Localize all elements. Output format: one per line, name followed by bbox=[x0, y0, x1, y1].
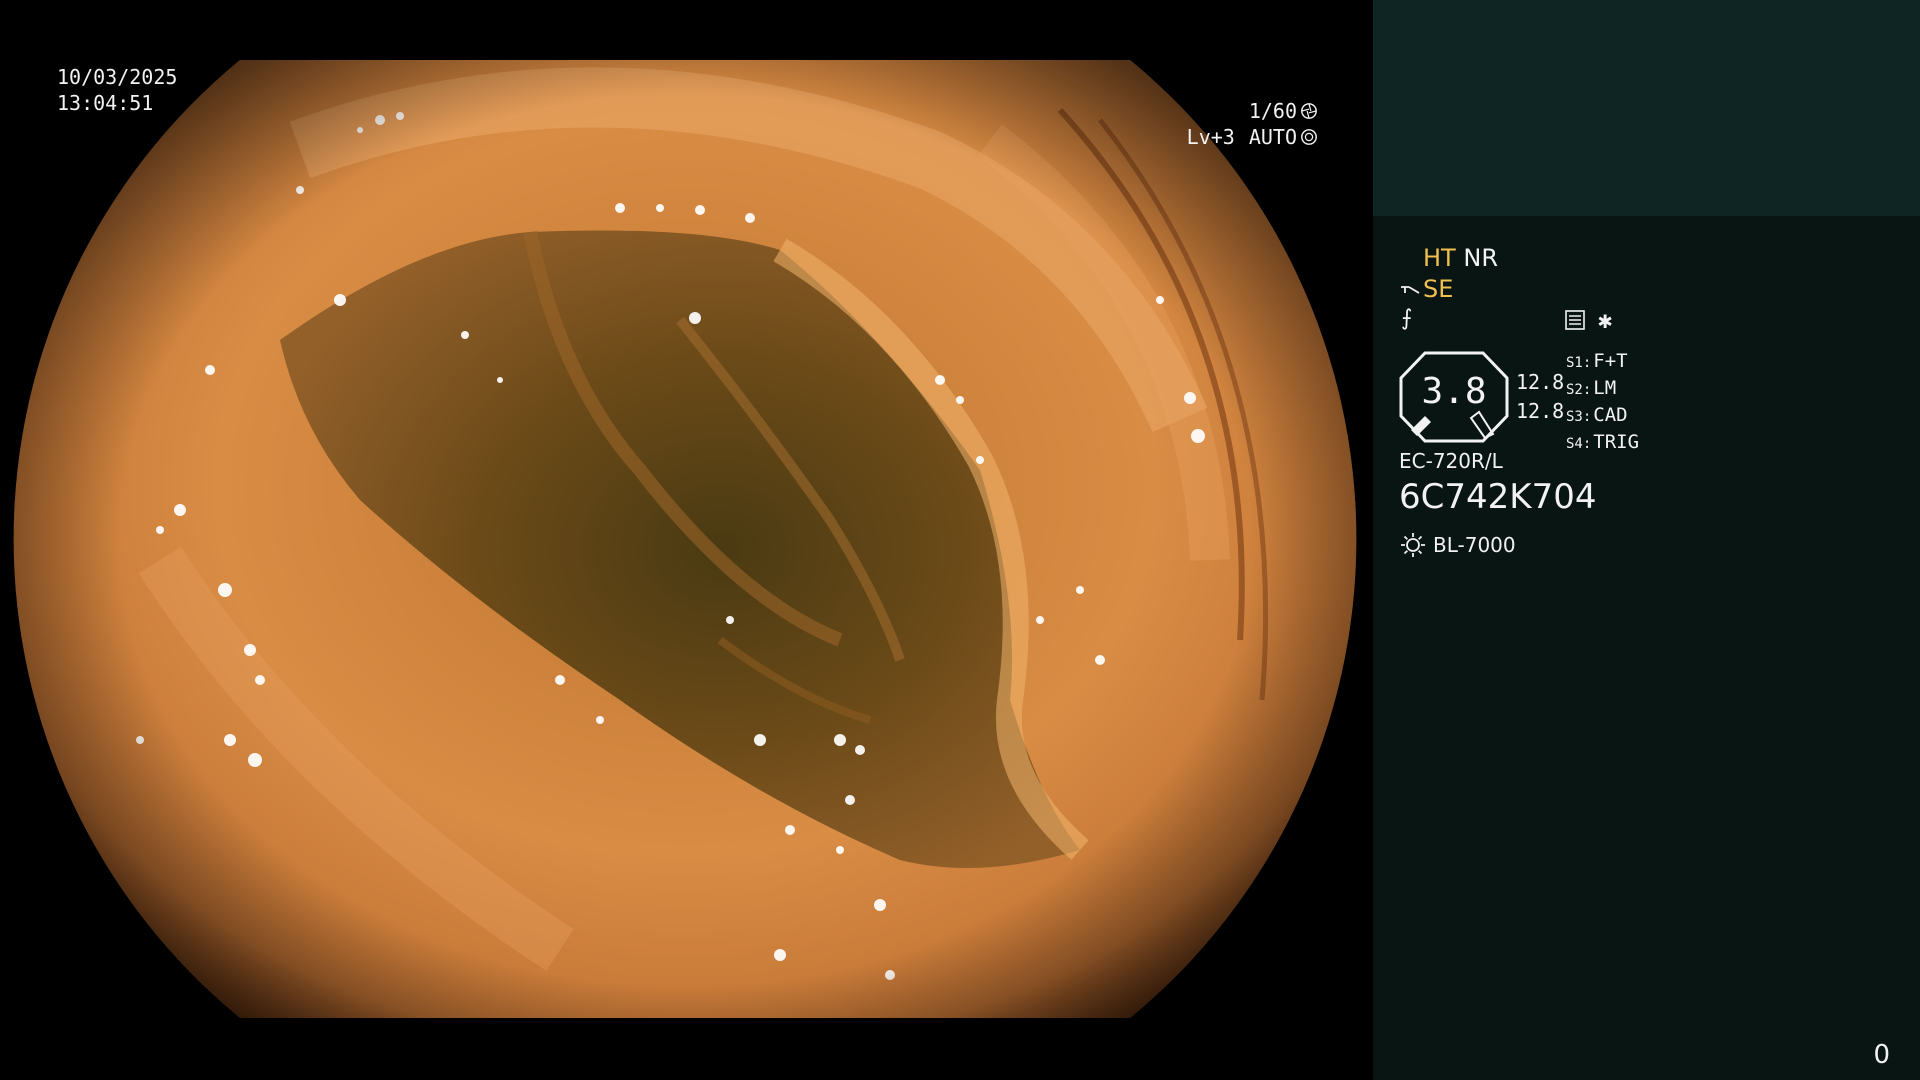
gauge-value-b: 12.8 bbox=[1516, 399, 1565, 423]
shutter-row: 1/60 bbox=[1187, 98, 1318, 124]
enhance-icon bbox=[1401, 286, 1420, 294]
switch-row: S4: TRIG bbox=[1566, 431, 1640, 453]
exposure-readout: 1/60 Lv+3 AUTO bbox=[1187, 98, 1318, 150]
memo-row: ✱ bbox=[1564, 306, 1612, 334]
date-time-readout: 10/03/2025 13:04:51 bbox=[57, 64, 177, 116]
date-text: 10/03/2025 bbox=[57, 65, 178, 89]
endoscopic-image bbox=[13, 60, 1357, 1018]
time-text: 13:04:51 bbox=[57, 91, 154, 115]
iris-icon bbox=[1301, 129, 1317, 145]
mode-nr-text: NR bbox=[1463, 244, 1498, 272]
panel-header-area bbox=[1373, 0, 1920, 216]
switch-row: S2: LM bbox=[1566, 377, 1617, 399]
gauge-value: 3.8 bbox=[1421, 371, 1487, 412]
switch-assignments: S1: F+T S2: LM S3: CAD S4: TRIG bbox=[1566, 349, 1639, 457]
shutter-icon bbox=[1301, 103, 1317, 119]
image-mode-row: HT NR bbox=[1423, 243, 1498, 273]
mode-ht-text: HT bbox=[1423, 244, 1456, 272]
switch-row: S3: CAD bbox=[1566, 404, 1628, 426]
serial-number: 6C742K704 bbox=[1399, 477, 1597, 517]
zoom-gauge: 3.8 bbox=[1397, 350, 1511, 444]
switch-row: S1: F+T bbox=[1566, 350, 1628, 372]
light-source-text: BL-7000 bbox=[1433, 533, 1516, 557]
exposure-mode-text: AUTO bbox=[1248, 125, 1297, 149]
exposure-level-text: Lv+3 bbox=[1186, 125, 1235, 149]
status-panel: HT NR SE ⨍ ✱ 3.8 12.8 12.8 S1: F+T S2: LM … bbox=[1373, 0, 1920, 1080]
structure-enhance-row: SE bbox=[1399, 274, 1453, 304]
memo-icon bbox=[1565, 310, 1585, 330]
light-source-row: BL-7000 bbox=[1399, 531, 1516, 559]
flash-icon: ⨍ bbox=[1401, 306, 1413, 331]
shutter-text: 1/60 bbox=[1248, 99, 1297, 123]
asterisk-icon: ✱ bbox=[1598, 306, 1613, 334]
iris-row: Lv+3 AUTO bbox=[1187, 124, 1318, 150]
scope-model: EC-720R/L bbox=[1399, 449, 1503, 473]
light-source-icon bbox=[1401, 533, 1425, 557]
frame-counter: 0 bbox=[1873, 1040, 1890, 1070]
mode-se-text: SE bbox=[1423, 275, 1454, 303]
endoscope-video-area: 10/03/2025 13:04:51 1/60 Lv+3 AUTO bbox=[0, 0, 1372, 1080]
gauge-value-a: 12.8 bbox=[1516, 370, 1565, 394]
